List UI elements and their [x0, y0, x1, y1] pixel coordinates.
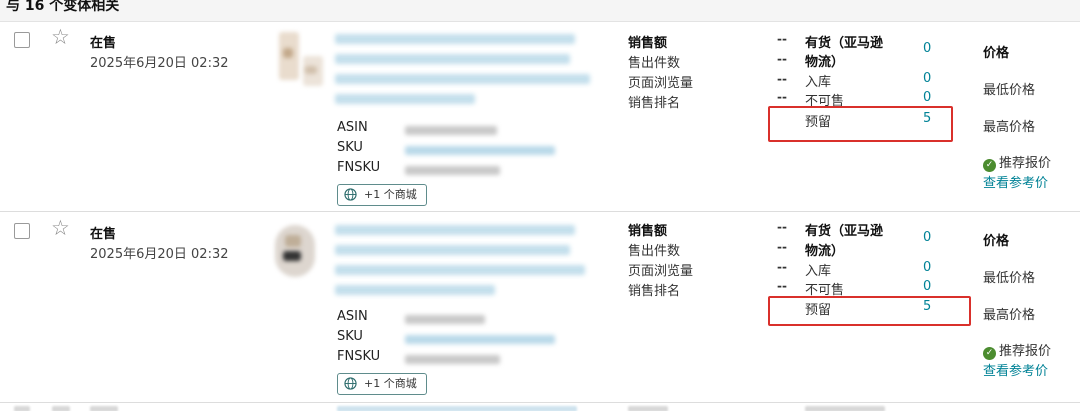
- reserved-highlight-box: [768, 296, 971, 326]
- view-reference-price-link[interactable]: 查看参考价: [983, 360, 1048, 379]
- listing-row: ☆ 在售 2025年6月20日 02:32 ASIN SKU FNSKU +1 …: [0, 213, 1080, 403]
- metric-sales-partial: [628, 406, 668, 411]
- max-price-label[interactable]: 最高价格: [983, 304, 1035, 323]
- metric-value-page-views: --: [777, 72, 787, 86]
- inventory-label-partial: [805, 406, 885, 411]
- variations-header: 与 16 个变体相关: [0, 0, 1080, 22]
- check-circle-icon: ✓: [983, 347, 996, 360]
- sku-value-blurred: [405, 146, 555, 155]
- metric-rank: 销售排名: [628, 96, 681, 111]
- recommended-offer-label: 推荐报价: [999, 344, 1052, 359]
- globe-icon: [344, 377, 357, 390]
- sku-value-blurred: [405, 335, 555, 344]
- listing-date: 2025年6月20日 02:32: [90, 56, 229, 71]
- marketplace-button[interactable]: +1 个商城: [337, 184, 427, 206]
- product-title-partial: [337, 406, 577, 411]
- variations-count-text: 与 16 个变体相关: [6, 0, 120, 14]
- star-icon[interactable]: [52, 406, 70, 411]
- metric-sales: 销售额: [628, 36, 668, 51]
- globe-icon: [344, 188, 357, 201]
- listing-date: 2025年6月20日 02:32: [90, 247, 229, 262]
- metric-value-rank: --: [777, 90, 787, 104]
- asin-value-blurred: [405, 315, 485, 324]
- fnsku-value-blurred: [405, 166, 500, 175]
- metric-value-rank: --: [777, 279, 787, 293]
- sku-label: SKU: [337, 329, 363, 344]
- asin-label: ASIN: [337, 309, 368, 324]
- inventory-inbound-label: 入库: [805, 264, 832, 279]
- metric-units: 售出件数: [628, 56, 681, 71]
- asin-value-blurred: [405, 126, 497, 135]
- inventory-available-label: 有货（亚马逊: [805, 36, 884, 51]
- max-price-label[interactable]: 最高价格: [983, 116, 1035, 135]
- metric-value-units: --: [777, 240, 787, 254]
- metric-sales: 销售额: [628, 224, 668, 239]
- price-title: 价格: [983, 234, 1010, 249]
- sku-label: SKU: [337, 140, 363, 155]
- inventory-available-label-2: 物流）: [805, 55, 845, 70]
- listing-status-partial: [90, 406, 118, 411]
- metric-rank: 销售排名: [628, 284, 681, 299]
- product-thumbnail[interactable]: [275, 221, 331, 279]
- asin-label: ASIN: [337, 120, 368, 135]
- inventory-inbound-value[interactable]: 0: [923, 260, 931, 275]
- marketplace-button-label: +1 个商城: [364, 377, 417, 390]
- product-title-blurred[interactable]: [335, 225, 595, 300]
- star-icon[interactable]: ☆: [51, 216, 70, 240]
- metric-page-views: 页面浏览量: [628, 76, 694, 91]
- inventory-unfulfillable-value[interactable]: 0: [923, 90, 931, 105]
- recommended-offer[interactable]: ✓ 推荐报价: [983, 340, 1051, 360]
- recommended-offer[interactable]: ✓ 推荐报价: [983, 152, 1051, 172]
- inventory-available-value[interactable]: 0: [923, 230, 931, 245]
- listing-status: 在售: [90, 227, 117, 242]
- marketplace-button-label: +1 个商城: [364, 188, 417, 201]
- row-checkbox[interactable]: [14, 32, 30, 48]
- product-title-blurred[interactable]: [335, 34, 595, 109]
- listing-row: ☆ 在售 2025年6月20日 02:32 ASIN SKU FNSKU +1 …: [0, 22, 1080, 212]
- row-checkbox[interactable]: [14, 223, 30, 239]
- inventory-available-value[interactable]: 0: [923, 41, 931, 56]
- marketplace-button[interactable]: +1 个商城: [337, 373, 427, 395]
- listing-status: 在售: [90, 36, 117, 51]
- metric-value-sales: --: [777, 220, 787, 234]
- metric-page-views: 页面浏览量: [628, 264, 694, 279]
- inventory-unfulfillable-value[interactable]: 0: [923, 279, 931, 294]
- fnsku-label: FNSKU: [337, 349, 381, 364]
- inventory-available-label-2: 物流）: [805, 244, 845, 259]
- min-price-label[interactable]: 最低价格: [983, 267, 1035, 286]
- listing-row-partial: [0, 404, 1080, 411]
- price-title: 价格: [983, 46, 1010, 61]
- inventory-inbound-label: 入库: [805, 75, 832, 90]
- min-price-label[interactable]: 最低价格: [983, 79, 1035, 98]
- row-checkbox-partial[interactable]: [14, 406, 30, 411]
- inventory-available-label: 有货（亚马逊: [805, 224, 884, 239]
- recommended-offer-label: 推荐报价: [999, 156, 1052, 171]
- reserved-highlight-box: [768, 106, 953, 142]
- fnsku-label: FNSKU: [337, 160, 381, 175]
- inventory-inbound-value[interactable]: 0: [923, 71, 931, 86]
- check-circle-icon: ✓: [983, 159, 996, 172]
- fnsku-value-blurred: [405, 355, 500, 364]
- star-icon[interactable]: ☆: [51, 25, 70, 49]
- metric-value-sales: --: [777, 32, 787, 46]
- metric-value-units: --: [777, 52, 787, 66]
- product-thumbnail[interactable]: [275, 30, 331, 88]
- metric-value-page-views: --: [777, 260, 787, 274]
- view-reference-price-link[interactable]: 查看参考价: [983, 172, 1048, 191]
- metric-units: 售出件数: [628, 244, 681, 259]
